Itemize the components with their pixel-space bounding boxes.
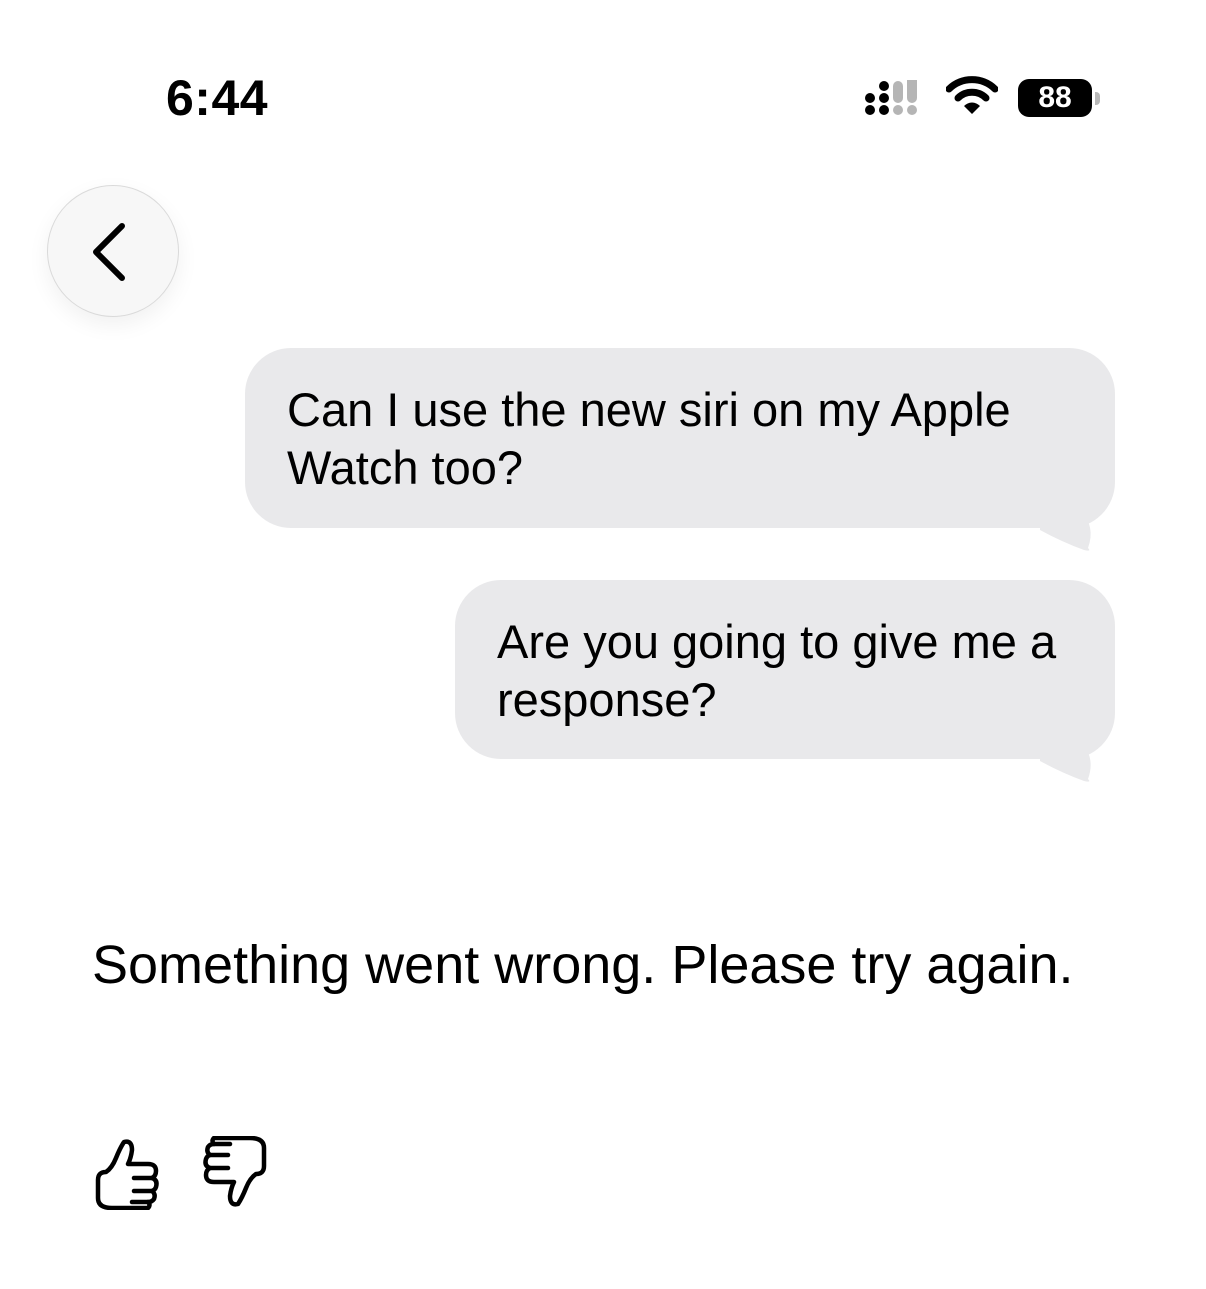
thumbs-down-icon[interactable] (200, 1136, 268, 1208)
user-message-bubble: Can I use the new siri on my Apple Watch… (245, 348, 1115, 528)
status-bar: 6:44 88 (0, 0, 1206, 180)
signal-icon (865, 80, 917, 115)
bubble-tail (1040, 510, 1091, 551)
chevron-left-icon (93, 223, 125, 281)
message-text: Can I use the new siri on my Apple Watch… (287, 383, 1011, 494)
wifi-icon (946, 76, 998, 114)
feedback-bar (92, 1134, 282, 1214)
status-time: 6:44 (166, 70, 269, 126)
message-text: Are you going to give me a response? (497, 615, 1057, 726)
bubble-tail (1040, 741, 1091, 782)
back-button[interactable] (47, 185, 179, 317)
battery-icon: 88 (1018, 79, 1100, 117)
thumbs-up-icon[interactable] (94, 1138, 162, 1210)
battery-nub (1095, 92, 1100, 105)
battery-level: 88 (1038, 81, 1072, 114)
user-message-bubble: Are you going to give me a response? (455, 580, 1115, 759)
assistant-response: Something went wrong. Please try again. (92, 935, 1074, 995)
